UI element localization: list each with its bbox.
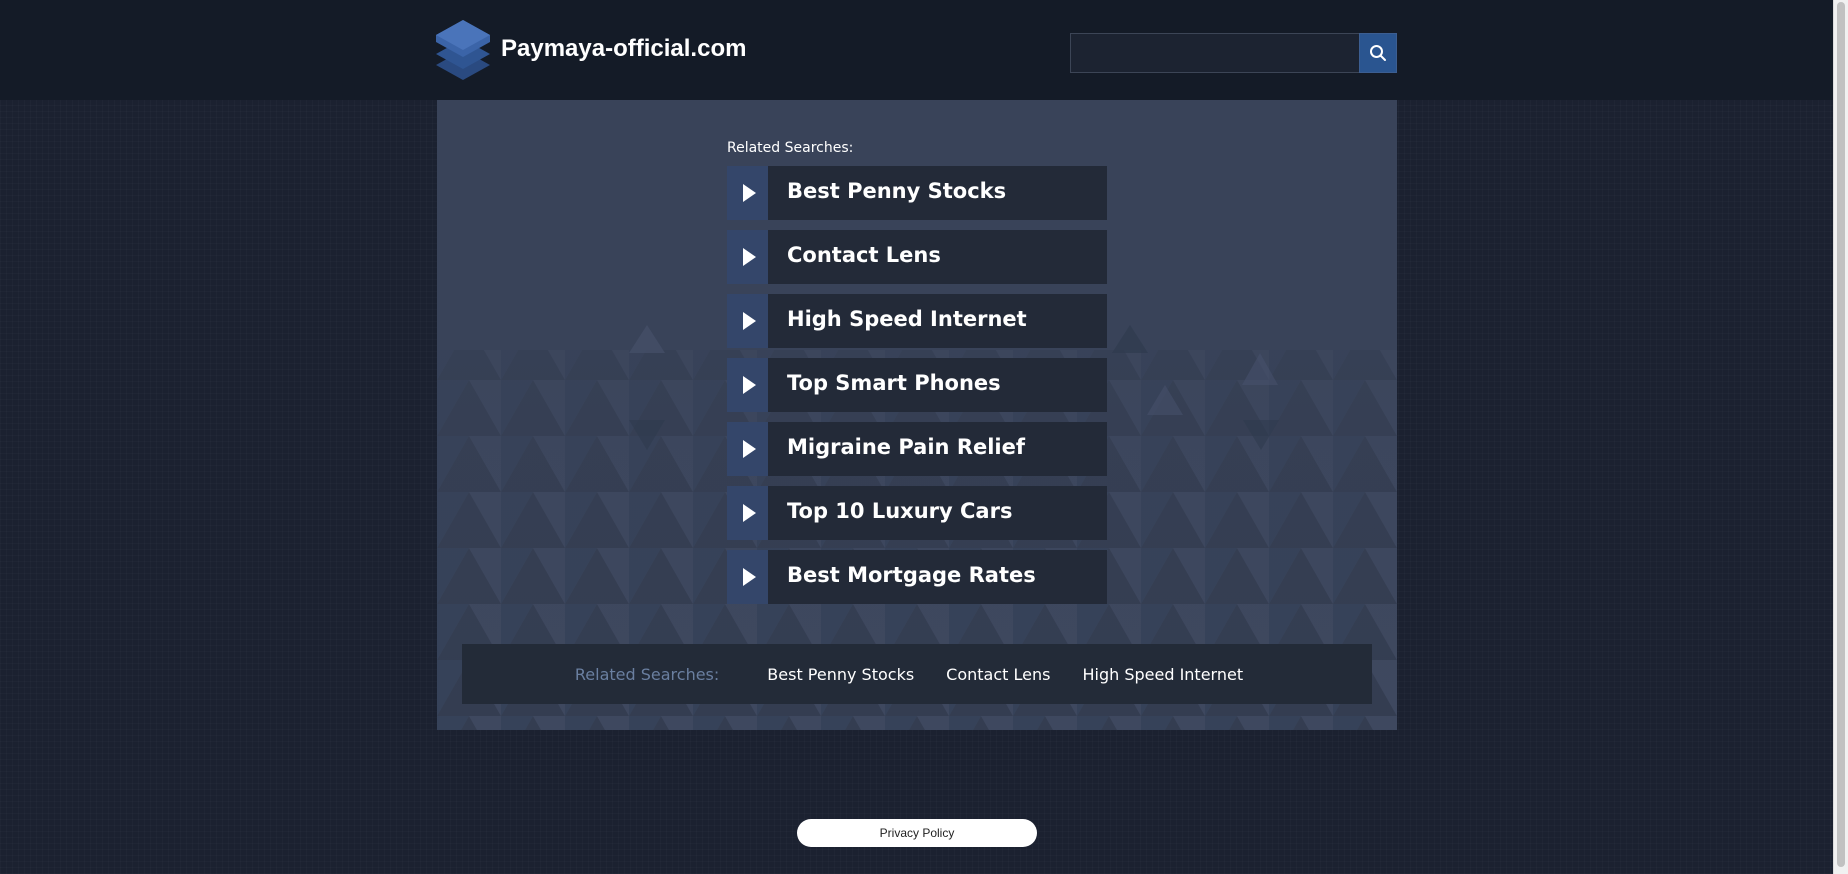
result-item-best-mortgage-rates[interactable]: Best Mortgage Rates: [727, 550, 1107, 604]
result-item-migraine-pain-relief[interactable]: Migraine Pain Relief: [727, 422, 1107, 476]
search-button[interactable]: [1359, 33, 1397, 73]
privacy-policy-button[interactable]: Privacy Policy: [797, 819, 1037, 847]
play-arrow-icon: [727, 486, 768, 540]
result-item-top-10-luxury-cars[interactable]: Top 10 Luxury Cars: [727, 486, 1107, 540]
play-arrow-icon: [727, 166, 768, 220]
site-header: Paymaya-official.com: [0, 0, 1833, 100]
result-label: Top 10 Luxury Cars: [787, 499, 1013, 523]
result-item-best-penny-stocks[interactable]: Best Penny Stocks: [727, 166, 1107, 220]
result-label: Top Smart Phones: [787, 371, 1001, 395]
result-item-high-speed-internet[interactable]: High Speed Internet: [727, 294, 1107, 348]
play-arrow-icon: [727, 294, 768, 348]
bottom-link-high-speed-internet[interactable]: High Speed Internet: [1082, 665, 1243, 684]
result-item-top-smart-phones[interactable]: Top Smart Phones: [727, 358, 1107, 412]
result-item-contact-lens[interactable]: Contact Lens: [727, 230, 1107, 284]
play-arrow-icon: [727, 422, 768, 476]
result-label: Migraine Pain Relief: [787, 435, 1026, 459]
bottom-related-label: Related Searches:: [574, 664, 720, 684]
play-arrow-icon: [727, 550, 768, 604]
bottom-link-best-penny-stocks[interactable]: Best Penny Stocks: [767, 665, 914, 684]
result-label: High Speed Internet: [787, 307, 1027, 331]
result-label: Contact Lens: [787, 243, 941, 267]
result-label: Best Mortgage Rates: [787, 563, 1036, 587]
related-searches-label: Related Searches:: [727, 140, 854, 156]
main-panel: Related Searches: Best Penny Stocks Cont…: [437, 100, 1397, 730]
search-input[interactable]: [1070, 33, 1359, 73]
search-icon: [1370, 45, 1386, 61]
related-searches-list: Best Penny Stocks Contact Lens High Spee…: [727, 166, 1107, 614]
play-arrow-icon: [727, 230, 768, 284]
scrollbar-thumb[interactable]: [1837, 2, 1845, 867]
bottom-related-searches-bar: Related Searches: Best Penny Stocks Cont…: [462, 644, 1372, 704]
layers-logo-icon[interactable]: [436, 20, 490, 80]
vertical-scrollbar[interactable]: [1833, 0, 1848, 874]
result-label: Best Penny Stocks: [787, 179, 1007, 203]
play-arrow-icon: [727, 358, 768, 412]
site-title[interactable]: Paymaya-official.com: [501, 35, 746, 63]
bottom-link-contact-lens[interactable]: Contact Lens: [946, 665, 1050, 684]
